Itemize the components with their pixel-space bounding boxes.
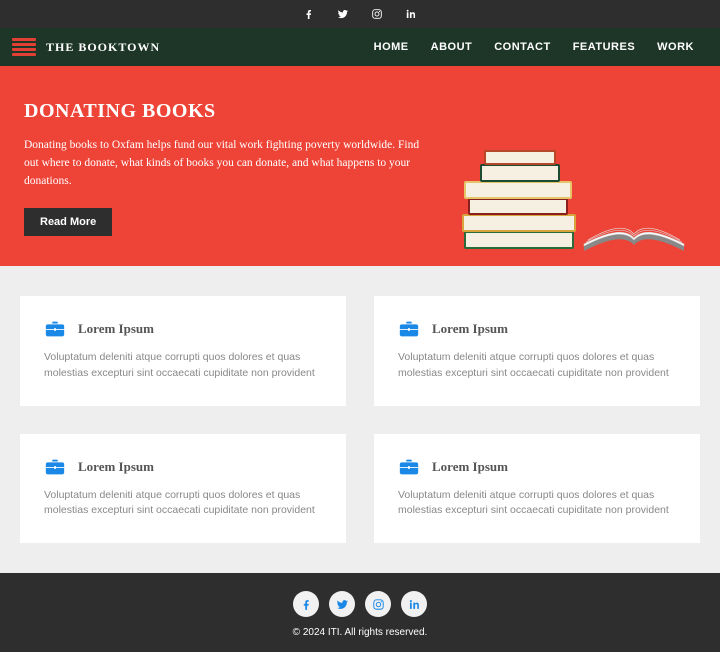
read-more-button[interactable]: Read More	[24, 208, 112, 236]
hero: DONATING BOOKS Donating books to Oxfam h…	[0, 66, 720, 266]
features-section: Lorem Ipsum Voluptatum deleniti atque co…	[0, 266, 720, 573]
card-text: Voluptatum deleniti atque corrupti quos …	[44, 350, 322, 382]
linkedin-icon[interactable]	[405, 8, 417, 20]
card-title: Lorem Ipsum	[78, 321, 154, 337]
facebook-icon[interactable]	[303, 8, 315, 20]
footer-twitter-icon[interactable]	[329, 591, 355, 617]
brand[interactable]: THE BOOKTOWN	[12, 38, 160, 56]
feature-card: Lorem Ipsum Voluptatum deleniti atque co…	[20, 296, 346, 406]
twitter-icon[interactable]	[337, 8, 349, 20]
card-text: Voluptatum deleniti atque corrupti quos …	[44, 488, 322, 520]
briefcase-icon	[44, 456, 66, 478]
hero-title: DONATING BOOKS	[24, 100, 434, 123]
feature-card: Lorem Ipsum Voluptatum deleniti atque co…	[374, 434, 700, 544]
nav-home[interactable]: HOME	[374, 41, 409, 53]
footer-linkedin-icon[interactable]	[401, 591, 427, 617]
card-title: Lorem Ipsum	[432, 321, 508, 337]
nav-work[interactable]: WORK	[657, 41, 694, 53]
copyright: © 2024 ITI. All rights reserved.	[0, 627, 720, 638]
nav-contact[interactable]: CONTACT	[494, 41, 550, 53]
brand-name: THE BOOKTOWN	[46, 40, 160, 55]
briefcase-icon	[398, 456, 420, 478]
hero-text: Donating books to Oxfam helps fund our v…	[24, 137, 434, 190]
feature-card: Lorem Ipsum Voluptatum deleniti atque co…	[374, 296, 700, 406]
briefcase-icon	[398, 318, 420, 340]
card-title: Lorem Ipsum	[432, 459, 508, 475]
nav-links: HOME ABOUT CONTACT FEATURES WORK	[374, 41, 694, 53]
nav-features[interactable]: FEATURES	[573, 41, 635, 53]
card-title: Lorem Ipsum	[78, 459, 154, 475]
footer-instagram-icon[interactable]	[365, 591, 391, 617]
top-social-bar	[0, 0, 720, 28]
feature-card: Lorem Ipsum Voluptatum deleniti atque co…	[20, 434, 346, 544]
footer: © 2024 ITI. All rights reserved.	[0, 573, 720, 652]
card-text: Voluptatum deleniti atque corrupti quos …	[398, 488, 676, 520]
nav-about[interactable]: ABOUT	[431, 41, 473, 53]
instagram-icon[interactable]	[371, 8, 383, 20]
footer-facebook-icon[interactable]	[293, 591, 319, 617]
logo-icon	[12, 38, 36, 56]
hero-books-image	[434, 136, 694, 266]
main-nav: THE BOOKTOWN HOME ABOUT CONTACT FEATURES…	[0, 28, 720, 66]
briefcase-icon	[44, 318, 66, 340]
card-text: Voluptatum deleniti atque corrupti quos …	[398, 350, 676, 382]
